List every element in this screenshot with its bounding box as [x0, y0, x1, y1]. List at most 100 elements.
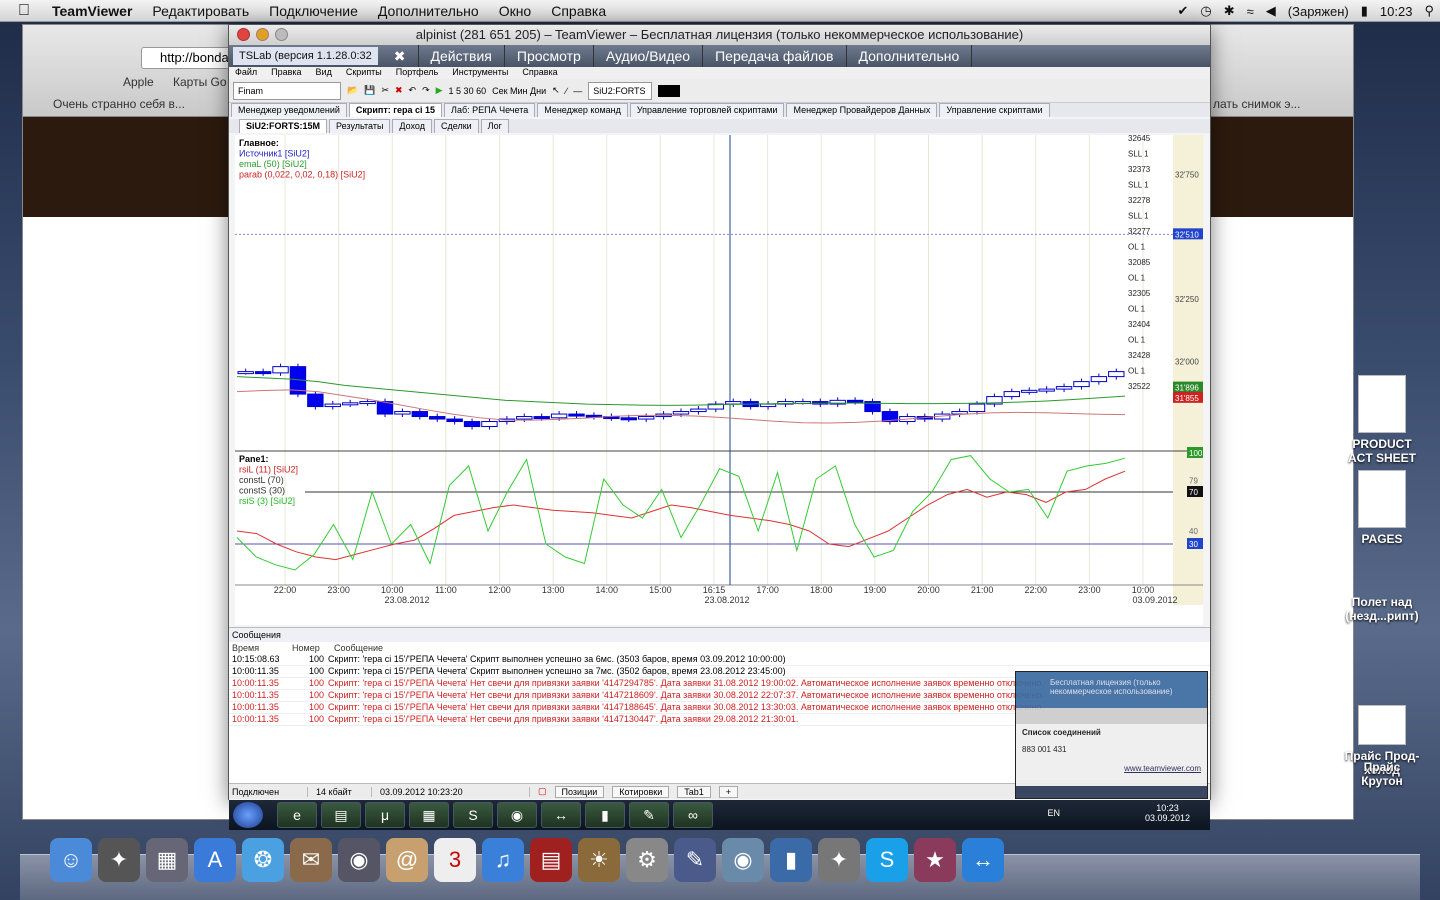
ts-menu-file[interactable]: Файл — [235, 67, 257, 79]
eagle-icon[interactable]: ✦ — [818, 838, 860, 882]
ts-menu-scripts[interactable]: Скрипты — [346, 67, 382, 79]
language-indicator[interactable]: EN — [1047, 808, 1060, 818]
color-swatch[interactable] — [658, 84, 681, 97]
tab-quotes[interactable]: Котировки — [612, 785, 670, 798]
add-tab-button[interactable]: + — [718, 785, 739, 798]
check-icon[interactable]: ✔ — [1171, 3, 1194, 19]
contacts-icon[interactable]: @ — [386, 838, 428, 882]
skype-icon[interactable]: S — [453, 802, 493, 828]
tab-commands[interactable]: Менеджер команд — [537, 103, 628, 117]
wine-icon[interactable]: ★ — [914, 838, 956, 882]
delete-icon[interactable]: ✖ — [395, 85, 403, 96]
antivirus-icon[interactable]: ∞ — [673, 802, 713, 828]
tab-script[interactable]: Скрипт: гера ci 15 — [348, 103, 443, 117]
desktop-file-polet[interactable]: Полет над (незд...рипт) — [1342, 595, 1422, 623]
menu-window[interactable]: Окно — [489, 0, 542, 22]
close-session-icon[interactable]: ✖ — [382, 45, 419, 67]
message-row[interactable]: 10:15:08.63 100 Скрипт: 'гера ci 15'/'РЕПА… — [229, 654, 1210, 666]
tv-extras[interactable]: Дополнительно — [847, 45, 973, 67]
tab-trade-mgmt[interactable]: Управление торговлей скриптами — [629, 103, 785, 117]
ts-menu-portfolio[interactable]: Портфель — [396, 67, 438, 79]
teamviewer-dock-icon[interactable]: ↔ — [962, 838, 1004, 882]
calendar-icon[interactable]: 3 — [434, 838, 476, 882]
tab-script-mgmt[interactable]: Управление скриптами — [939, 103, 1050, 117]
photobooth-icon[interactable]: ▤ — [530, 838, 572, 882]
open-icon[interactable]: 📂 — [347, 85, 358, 96]
iphoto-icon[interactable]: ☀ — [578, 838, 620, 882]
timeframe-buttons[interactable]: 1 5 30 60 — [449, 86, 487, 96]
ts-menu-view[interactable]: Вид — [316, 67, 332, 79]
tv-link[interactable]: www.teamviewer.com — [1022, 764, 1201, 773]
cursor-icon[interactable]: ↖ — [552, 85, 560, 96]
tv-panel-icons[interactable] — [1016, 708, 1207, 724]
minimize-button[interactable] — [256, 28, 269, 41]
battery-status[interactable]: (Заряжен) — [1282, 4, 1355, 19]
line-icon[interactable]: ∕ — [566, 86, 568, 96]
menu-edit[interactable]: Редактировать — [142, 0, 259, 22]
windows-clock[interactable]: 10:23 03.09.2012 — [1145, 803, 1190, 823]
flag-icon[interactable]: ▮ — [1355, 3, 1374, 19]
tab-log[interactable]: Лог — [480, 119, 509, 133]
tab-notifications[interactable]: Менеджер уведомлений — [231, 103, 347, 117]
stop-icon[interactable]: ▢ — [538, 786, 547, 797]
menu-connect[interactable]: Подключение — [259, 0, 368, 22]
facetime-icon[interactable]: ◉ — [338, 838, 380, 882]
tab-results[interactable]: Результаты — [329, 119, 391, 133]
script-editor-icon[interactable]: ✎ — [674, 838, 716, 882]
preview-icon[interactable]: ◉ — [722, 838, 764, 882]
appstore-icon[interactable]: A — [194, 838, 236, 882]
explorer-icon[interactable]: ▦ — [409, 802, 449, 828]
menu-extra[interactable]: Дополнительно — [368, 0, 489, 22]
bluetooth-icon[interactable]: ✱ — [1218, 3, 1241, 19]
hline-icon[interactable]: — — [573, 86, 582, 96]
spotlight-icon[interactable]: ⚲ — [1418, 3, 1440, 19]
apple-icon[interactable]:  — [0, 0, 42, 22]
notepad-icon[interactable]: ✎ — [629, 802, 669, 828]
windows-start-button[interactable] — [233, 802, 263, 828]
safari-icon[interactable]: ❂ — [242, 838, 284, 882]
desktop-file-price2[interactable]: Прайс Крутон — [1342, 760, 1422, 788]
redo-icon[interactable]: ↷ — [422, 85, 430, 96]
keynote-icon[interactable]: ▮ — [770, 838, 812, 882]
tab-tab1[interactable]: Tab1 — [677, 785, 711, 798]
price-chart[interactable]: 22:00 23:00 10:00 11:00 12:00 13:00 14:00 15:00… — [235, 135, 1203, 625]
tv-file-transfer[interactable]: Передача файлов — [703, 45, 847, 67]
ie-icon[interactable]: e — [277, 802, 317, 828]
close-button[interactable] — [237, 28, 250, 41]
provider-combo[interactable]: Finam — [233, 81, 341, 100]
skype-dock-icon[interactable]: S — [866, 838, 908, 882]
teamviewer-task-icon[interactable]: ↔ — [541, 802, 581, 828]
desktop-file-pages[interactable]: PAGES — [1342, 470, 1422, 546]
zoom-button[interactable] — [275, 28, 288, 41]
safari-tab[interactable]: Очень странно себя в... — [53, 97, 185, 111]
folder-icon[interactable]: ▤ — [321, 802, 361, 828]
preferences-icon[interactable]: ⚙ — [626, 838, 668, 882]
bookmark-maps[interactable]: Карты Go — [173, 75, 227, 89]
connection-list-title[interactable]: Список соединений — [1022, 728, 1201, 737]
tv-actions[interactable]: Действия — [419, 45, 505, 67]
chart-svg[interactable]: 22:00 23:00 10:00 11:00 12:00 13:00 14:00 15:00… — [235, 135, 1203, 625]
tab-deals[interactable]: Сделки — [433, 119, 479, 133]
finder-icon[interactable]: ☺ — [50, 838, 92, 882]
save-icon[interactable]: 💾 — [364, 85, 375, 96]
safari-tab-right[interactable]: лать снимок э... — [1213, 97, 1300, 111]
mail-icon[interactable]: ✉ — [290, 838, 332, 882]
tab-providers[interactable]: Менеджер Провайдеров Данных — [786, 103, 938, 117]
tab-chart[interactable]: SiU2:FORTS:15M — [239, 119, 328, 133]
clock-icon[interactable]: ◷ — [1194, 3, 1217, 19]
symbol-combo[interactable]: SiU2:FORTS — [588, 81, 653, 100]
ts-menu-edit[interactable]: Правка — [271, 67, 301, 79]
launchpad-icon[interactable]: ✦ — [98, 838, 140, 882]
dashboard-icon[interactable]: ▦ — [146, 838, 188, 882]
tab-income[interactable]: Доход — [392, 119, 432, 133]
volume-icon[interactable]: ◀ — [1260, 3, 1282, 19]
remote-app-tab[interactable]: TSLab (версия 1.1.28.0:32 — [233, 47, 378, 65]
tv-audio-video[interactable]: Аудио/Видео — [594, 45, 704, 67]
bookmark-apple[interactable]: Apple — [123, 75, 154, 89]
tab-positions[interactable]: Позиции — [554, 785, 605, 798]
ts-menu-help[interactable]: Справка — [522, 67, 557, 79]
menubar-clock[interactable]: 10:23 — [1374, 4, 1419, 19]
desktop-file-product[interactable]: PRODUCT ACT SHEET — [1342, 375, 1422, 465]
menu-help[interactable]: Справка — [541, 0, 616, 22]
undo-icon[interactable]: ↶ — [409, 85, 417, 96]
